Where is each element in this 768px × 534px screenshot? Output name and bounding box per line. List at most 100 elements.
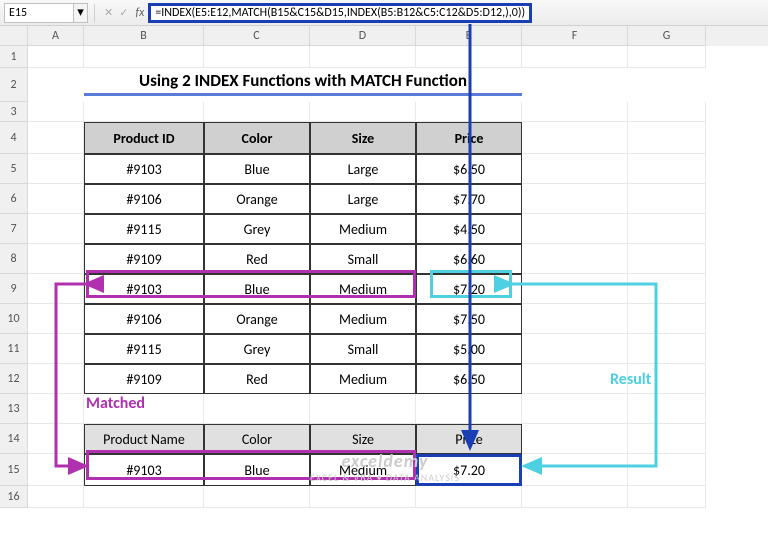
table-cell-price[interactable]: $6.60 bbox=[416, 244, 522, 274]
table-cell-price[interactable]: $4.50 bbox=[416, 214, 522, 244]
table-cell-price[interactable]: $5.00 bbox=[416, 334, 522, 364]
select-all-corner[interactable] bbox=[0, 26, 28, 46]
cell[interactable] bbox=[204, 394, 310, 424]
cell[interactable] bbox=[628, 454, 706, 486]
cell[interactable] bbox=[628, 214, 706, 244]
table-header[interactable]: Color bbox=[204, 122, 310, 154]
cell[interactable] bbox=[28, 68, 84, 102]
table-cell-color[interactable]: Orange bbox=[204, 184, 310, 214]
cell[interactable] bbox=[628, 68, 706, 102]
cell[interactable] bbox=[628, 394, 706, 424]
row-header[interactable]: 5 bbox=[0, 154, 28, 184]
cell[interactable] bbox=[28, 424, 84, 454]
cell[interactable] bbox=[522, 46, 628, 68]
cell[interactable] bbox=[84, 46, 204, 68]
cell[interactable] bbox=[28, 214, 84, 244]
table-cell-price[interactable]: $6.50 bbox=[416, 364, 522, 394]
table-header[interactable]: Price bbox=[416, 122, 522, 154]
cell[interactable] bbox=[28, 154, 84, 184]
cell[interactable] bbox=[28, 46, 84, 68]
cell[interactable] bbox=[628, 102, 706, 122]
cell[interactable] bbox=[310, 486, 416, 508]
formula-input[interactable]: =INDEX(E5:E12,MATCH(B15&C15&D15,INDEX(B5… bbox=[148, 3, 532, 23]
cell[interactable] bbox=[310, 102, 416, 122]
name-box-dropdown[interactable]: ▾ bbox=[74, 3, 88, 23]
lookup-header[interactable]: Color bbox=[204, 424, 310, 454]
cell[interactable] bbox=[416, 394, 522, 424]
cell[interactable] bbox=[628, 304, 706, 334]
cell[interactable] bbox=[522, 102, 628, 122]
cell[interactable] bbox=[522, 486, 628, 508]
lookup-color[interactable]: Blue bbox=[204, 454, 310, 486]
table-cell-id[interactable]: #9103 bbox=[84, 154, 204, 184]
table-cell-size[interactable]: Medium bbox=[310, 214, 416, 244]
col-header[interactable]: B bbox=[84, 26, 204, 46]
table-cell-price[interactable]: $7.70 bbox=[416, 184, 522, 214]
cell[interactable] bbox=[628, 424, 706, 454]
lookup-id[interactable]: #9103 bbox=[84, 454, 204, 486]
lookup-header[interactable]: Prize bbox=[416, 424, 522, 454]
cell[interactable] bbox=[628, 122, 706, 154]
table-cell-size[interactable]: Medium bbox=[310, 274, 416, 304]
col-header[interactable]: A bbox=[28, 26, 84, 46]
cell[interactable] bbox=[522, 214, 628, 244]
table-cell-size[interactable]: Large bbox=[310, 184, 416, 214]
fx-icon[interactable]: fx bbox=[135, 6, 144, 20]
table-cell-color[interactable]: Red bbox=[204, 364, 310, 394]
row-header[interactable]: 16 bbox=[0, 486, 28, 508]
table-cell-price[interactable]: $6.50 bbox=[416, 154, 522, 184]
cell[interactable] bbox=[522, 68, 628, 102]
cell[interactable] bbox=[84, 486, 204, 508]
cell[interactable] bbox=[28, 454, 84, 486]
cell[interactable] bbox=[628, 486, 706, 508]
cell[interactable] bbox=[28, 364, 84, 394]
cell[interactable] bbox=[522, 394, 628, 424]
cell[interactable] bbox=[522, 454, 628, 486]
name-box[interactable]: E15 bbox=[4, 3, 74, 23]
col-header[interactable]: E bbox=[416, 26, 522, 46]
cell[interactable] bbox=[310, 394, 416, 424]
cell[interactable] bbox=[628, 46, 706, 68]
cell[interactable] bbox=[522, 244, 628, 274]
cell[interactable] bbox=[522, 154, 628, 184]
table-cell-color[interactable]: Red bbox=[204, 244, 310, 274]
cell[interactable] bbox=[204, 46, 310, 68]
table-cell-color[interactable]: Orange bbox=[204, 304, 310, 334]
cell[interactable] bbox=[522, 184, 628, 214]
cell[interactable] bbox=[204, 102, 310, 122]
table-header[interactable]: Product ID bbox=[84, 122, 204, 154]
table-cell-price[interactable]: $7.50 bbox=[416, 304, 522, 334]
row-header[interactable]: 2 bbox=[0, 68, 28, 102]
row-header[interactable]: 6 bbox=[0, 184, 28, 214]
cell[interactable] bbox=[416, 46, 522, 68]
table-cell-size[interactable]: Large bbox=[310, 154, 416, 184]
lookup-header[interactable]: Product Name bbox=[84, 424, 204, 454]
row-header[interactable]: 11 bbox=[0, 334, 28, 364]
table-cell-id[interactable]: #9109 bbox=[84, 244, 204, 274]
cell[interactable] bbox=[522, 334, 628, 364]
cell[interactable] bbox=[28, 184, 84, 214]
table-cell-color[interactable]: Blue bbox=[204, 274, 310, 304]
table-cell-id[interactable]: #9106 bbox=[84, 304, 204, 334]
row-header[interactable]: 15 bbox=[0, 454, 28, 486]
cell[interactable] bbox=[628, 244, 706, 274]
table-cell-id[interactable]: #9115 bbox=[84, 334, 204, 364]
row-header[interactable]: 10 bbox=[0, 304, 28, 334]
row-header[interactable]: 1 bbox=[0, 46, 28, 68]
cell[interactable] bbox=[28, 486, 84, 508]
cell[interactable] bbox=[416, 102, 522, 122]
cell[interactable] bbox=[416, 486, 522, 508]
table-cell-color[interactable]: Grey bbox=[204, 334, 310, 364]
cell[interactable] bbox=[28, 122, 84, 154]
cell[interactable] bbox=[204, 486, 310, 508]
table-cell-price[interactable]: $7.20 bbox=[416, 274, 522, 304]
cell[interactable] bbox=[28, 244, 84, 274]
cell[interactable] bbox=[522, 304, 628, 334]
cell[interactable] bbox=[28, 102, 84, 122]
col-header[interactable]: F bbox=[522, 26, 628, 46]
table-cell-id[interactable]: #9115 bbox=[84, 214, 204, 244]
cell[interactable] bbox=[84, 102, 204, 122]
cell[interactable] bbox=[522, 122, 628, 154]
cell[interactable] bbox=[310, 46, 416, 68]
table-header[interactable]: Size bbox=[310, 122, 416, 154]
